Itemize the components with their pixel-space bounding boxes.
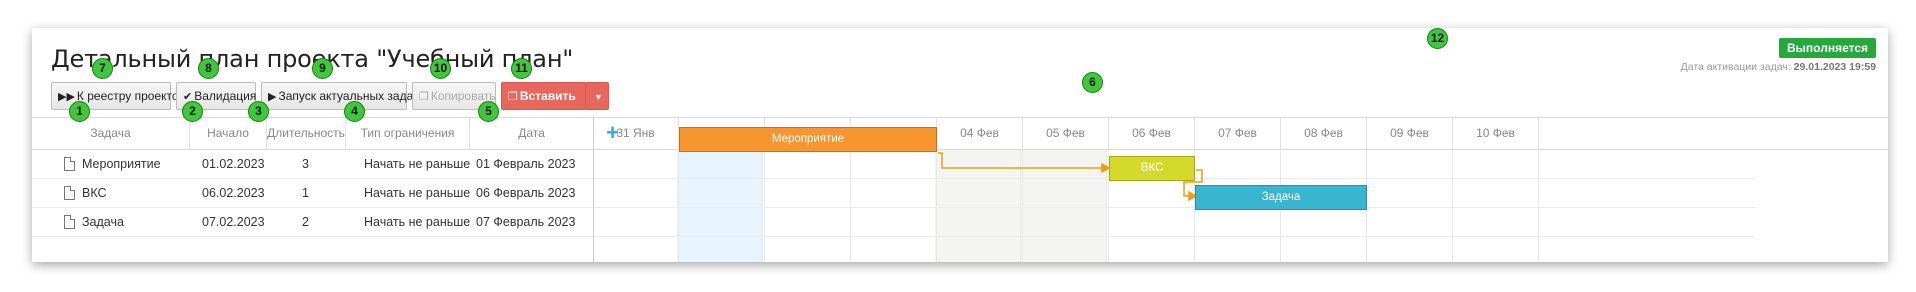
annotation-badge: 4 <box>344 101 365 122</box>
gantt-bar[interactable]: ВКС <box>1109 156 1195 181</box>
gantt-bar-label: ВКС <box>1140 162 1164 174</box>
annotation-badge: 1 <box>69 101 90 122</box>
annotation-badge: 2 <box>182 101 203 122</box>
annotation-badge: 5 <box>478 101 499 122</box>
annotation-badge: 6 <box>1082 72 1103 93</box>
link-arrow-vks <box>1101 162 1111 174</box>
annotation-badge: 10 <box>430 58 451 79</box>
link-event-to-vks <box>938 152 1102 169</box>
annotation-badge: 3 <box>248 101 269 122</box>
dependency-links <box>938 152 1203 202</box>
gantt-bar-label: Мероприятие <box>771 133 845 145</box>
annotation-badge: 8 <box>198 58 219 79</box>
annotation-badge: 7 <box>92 58 113 79</box>
gantt-bar[interactable]: Мероприятие <box>679 127 937 152</box>
gantt-bar[interactable]: Задача <box>1195 185 1367 210</box>
gantt-bar-label: Задача <box>1261 191 1301 203</box>
annotation-badge: 9 <box>312 58 333 79</box>
annotation-badge: 12 <box>1427 28 1448 49</box>
annotation-badge: 11 <box>511 58 532 79</box>
project-plan-panel: Детальный план проекта "Учебный план" Вы… <box>32 28 1888 262</box>
